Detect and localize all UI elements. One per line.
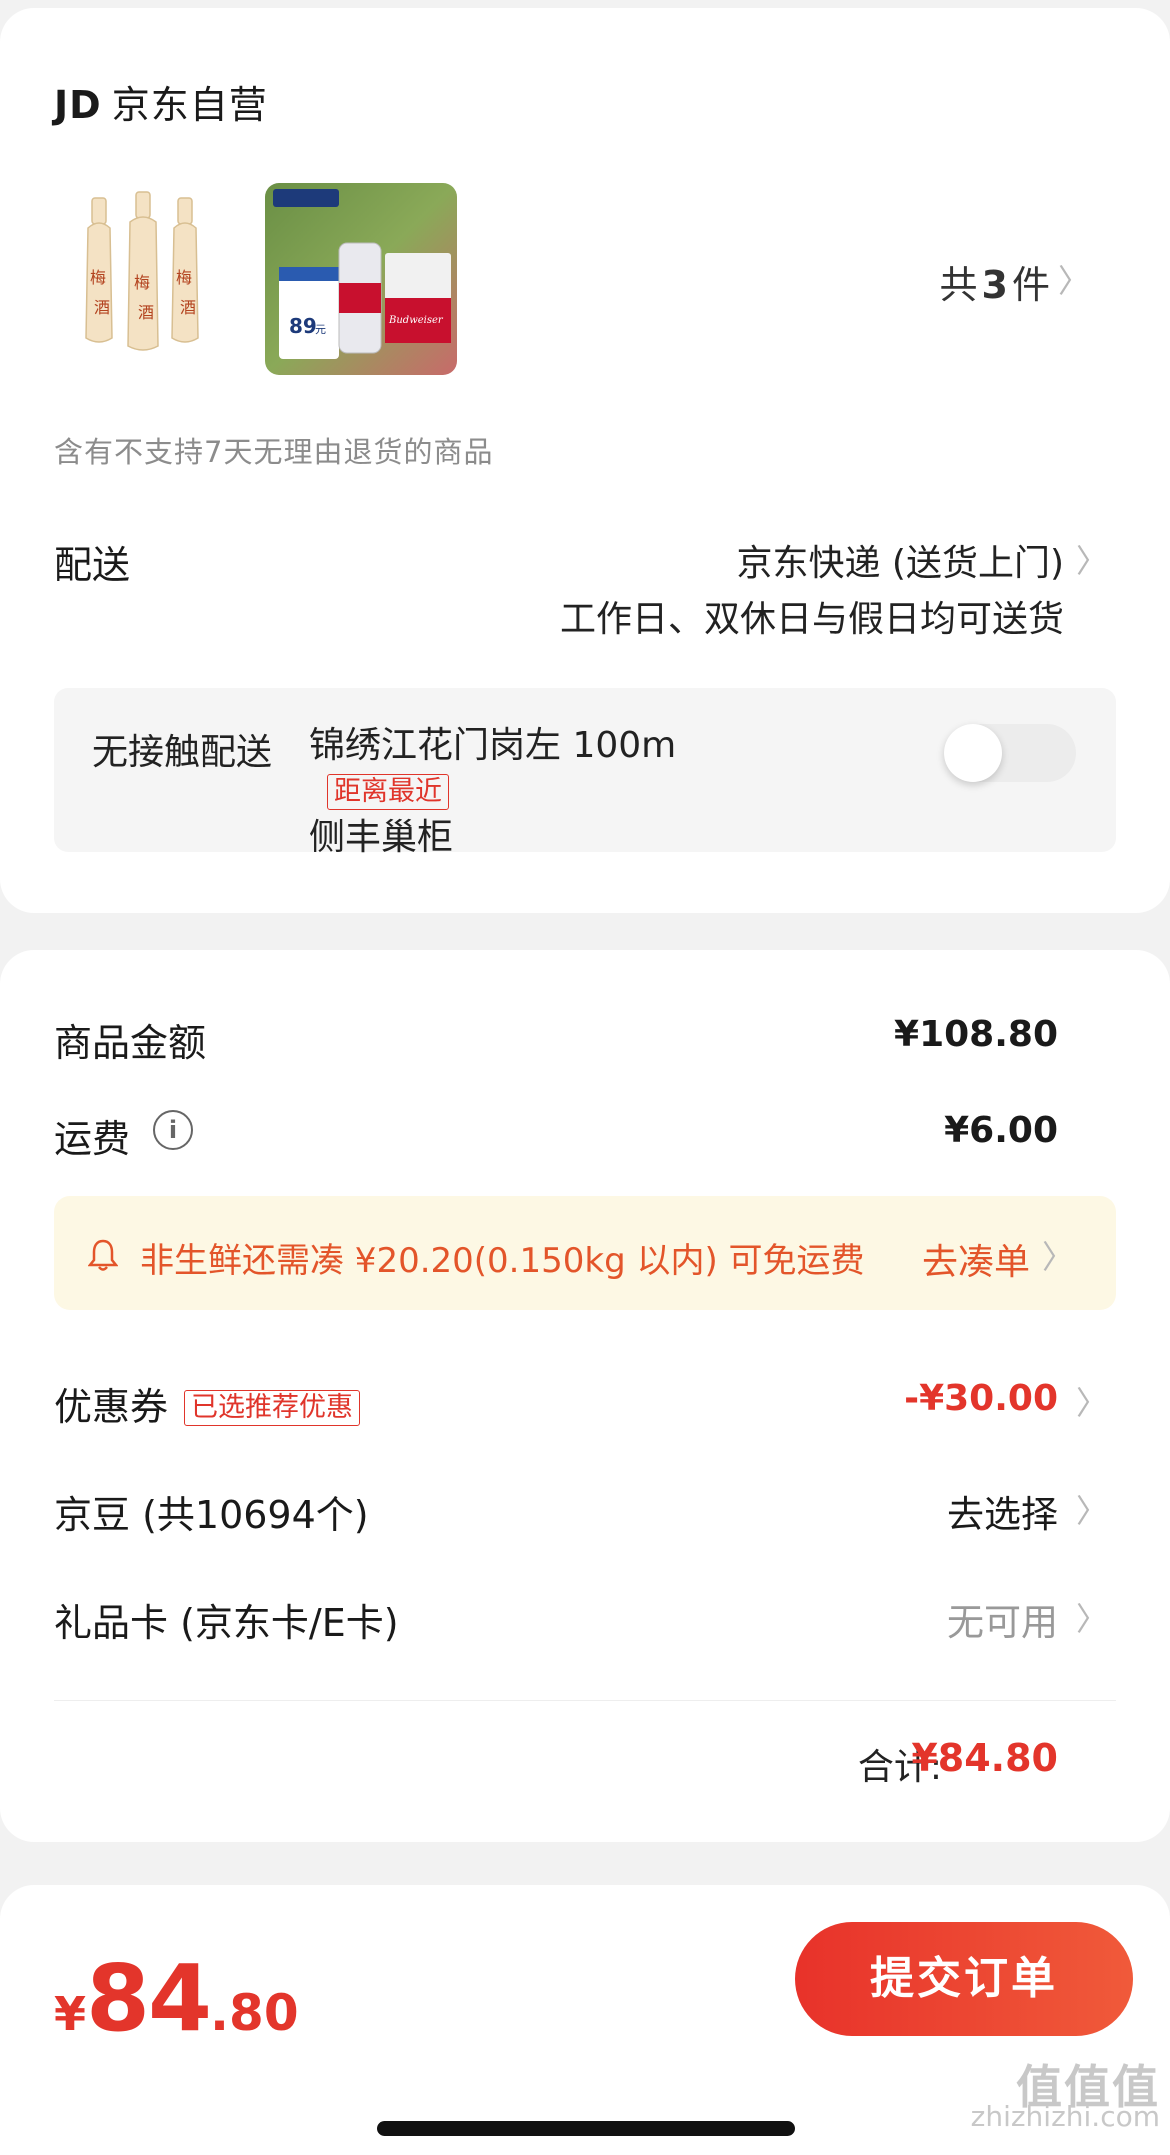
count-number: 3 [981,263,1008,307]
promo-price-unit: 元 [315,323,326,336]
count-prefix: 共 [939,263,978,307]
promo-price: 89 [289,314,317,338]
svg-text:酒: 酒 [180,298,196,317]
free-shipping-tip[interactable]: 非生鲜还需凑 ¥20.20(0.150kg 以内) 可免运费 去凑单 〉 [54,1196,1116,1310]
jd-beans-label: 京豆 (共10694个) [54,1493,369,1537]
chevron-right-icon[interactable]: 〉 [1076,1594,1108,1640]
shop-name: 京东自营 [111,83,268,127]
goods-amount-value: ¥108.80 [894,1014,1058,1055]
chevron-right-icon[interactable]: 〉 [1076,536,1108,582]
divider [54,1700,1116,1701]
coupon-row[interactable]: 优惠券 已选推荐优惠 [54,1376,361,1431]
watermark: 值值值 zhizhizhi.com [970,2060,1160,2133]
coupon-tag: 已选推荐优惠 [184,1390,361,1426]
chevron-right-icon[interactable]: 〉 [1076,1486,1108,1532]
chevron-right-icon[interactable]: 〉 [1042,1232,1074,1278]
product-image-budweiser[interactable]: 89 元 Budweiser [265,183,457,375]
gift-card-value[interactable]: 无可用 [947,1592,1058,1646]
submit-order-button[interactable]: 提交订单 [795,1922,1133,2036]
price-currency: ¥ [54,1987,87,2041]
goods-amount-label: 商品金额 [54,1021,207,1065]
svg-text:梅: 梅 [176,268,192,287]
contactless-toggle[interactable] [944,724,1076,782]
delivery-method[interactable]: 京东快递 (送货上门) [736,534,1064,586]
info-icon[interactable]: i [153,1110,193,1150]
chevron-right-icon[interactable]: 〉 [1058,256,1090,302]
contactless-delivery-box: 无接触配送 锦绣江花门岗左 100m 距离最近 侧丰巢柜 [54,688,1116,858]
jd-beans-select[interactable]: 去选择 [947,1484,1058,1538]
shipping-value: ¥6.00 [944,1110,1058,1151]
shop-card: JD 京东自营 梅 梅 梅 酒 酒 酒 89 元 Budweiser 共 3 件… [0,8,1170,913]
svg-text:酒: 酒 [138,303,154,322]
price-integer: 84 [86,1945,212,2052]
price-decimal: .80 [210,1984,299,2042]
pickup-address: 锦绣江花门岗左 100m 距离最近 侧丰巢柜 [309,723,729,861]
coupon-value[interactable]: -¥30.00 [904,1378,1058,1419]
payable-price: ¥84.80 [54,1945,299,2052]
shipping-label: 运费 [54,1117,131,1161]
jd-logo: JD [54,83,102,127]
svg-text:酒: 酒 [94,298,110,317]
shop-title: JD 京东自营 [54,74,268,129]
home-indicator [377,2121,795,2136]
promo-brand: Budweiser [388,315,444,326]
watermark-logo: 值值值 [1016,2060,1160,2114]
tip-text: 非生鲜还需凑 ¥20.20(0.150kg 以内) 可免运费 [140,1241,865,1281]
count-suffix: 件 [1011,263,1050,307]
contactless-label: 无接触配送 [92,732,273,773]
product-image-plum-wine[interactable]: 梅 梅 梅 酒 酒 酒 [84,188,202,358]
distance-tag: 距离最近 [327,774,449,810]
bell-icon [88,1239,118,1271]
total-value: ¥84.80 [911,1736,1058,1780]
add-items-link[interactable]: 去凑单 [922,1233,1030,1285]
toggle-knob [944,724,1002,782]
return-policy-note: 含有不支持7天无理由退货的商品 [54,435,494,469]
address-line2: 侧丰巢柜 [309,817,454,858]
svg-text:梅: 梅 [134,273,150,292]
delivery-label: 配送 [54,543,131,587]
watermark-url: zhizhizhi.com [970,2100,1160,2133]
address-line1: 锦绣江花门岗左 100m [309,725,677,766]
item-count[interactable]: 共3件 [940,254,1050,309]
svg-text:梅: 梅 [90,268,106,287]
delivery-time: 工作日、双休日与假日均可送货 [559,599,1064,640]
coupon-label: 优惠券 [54,1385,169,1429]
chevron-right-icon[interactable]: 〉 [1076,1378,1108,1424]
gift-card-label: 礼品卡 (京东卡/E卡) [54,1601,399,1645]
